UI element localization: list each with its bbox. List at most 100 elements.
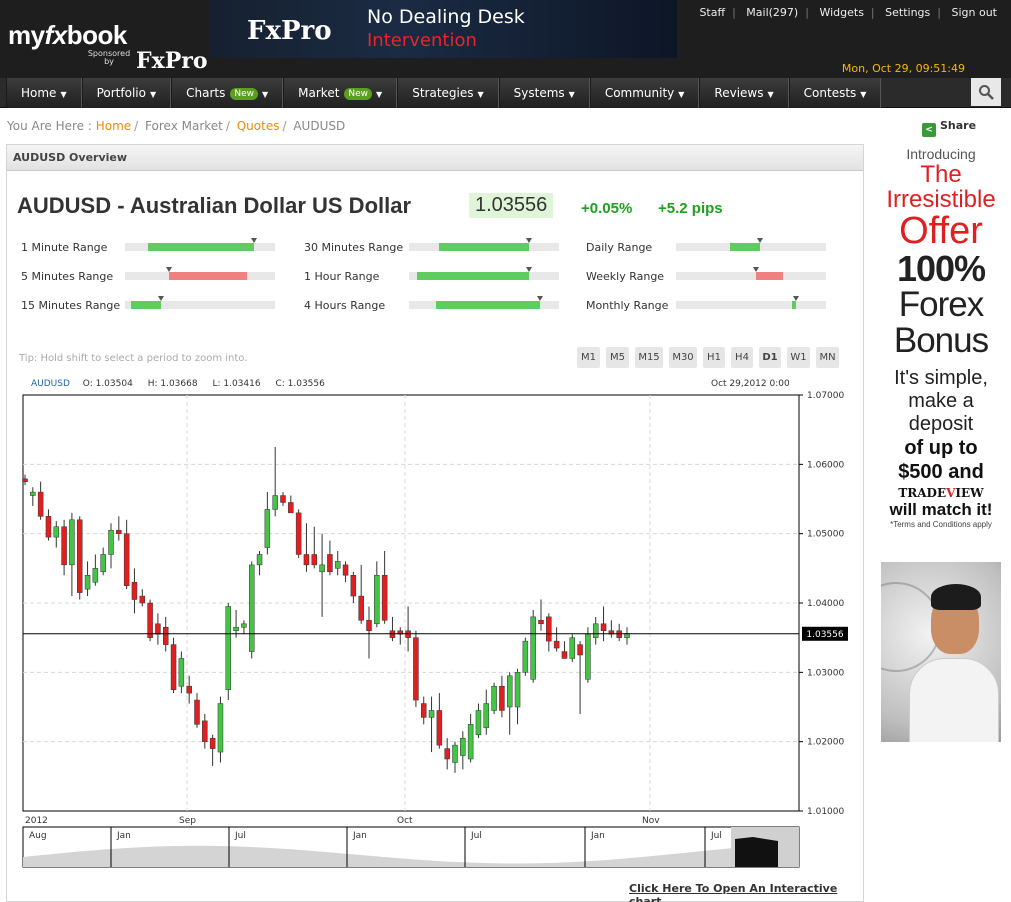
candle-body bbox=[522, 640, 529, 673]
ad-line: deposit bbox=[908, 413, 974, 435]
candle-body bbox=[61, 526, 67, 566]
range-marker-icon bbox=[536, 296, 543, 301]
candle-body bbox=[553, 640, 560, 649]
navigator-label: Jan bbox=[352, 831, 367, 841]
ad-line: Irresistible bbox=[886, 186, 996, 213]
search-button[interactable] bbox=[971, 78, 1001, 106]
main-nav: Home ▼ Portfolio ▼ Charts New ▼ Market New ▼ Strat… bbox=[0, 78, 1011, 108]
range-marker-icon bbox=[158, 296, 164, 301]
candle-body bbox=[342, 564, 349, 576]
ad-line: 100% bbox=[896, 248, 986, 289]
breadcrumb-home[interactable]: Home bbox=[96, 119, 131, 133]
range-fill bbox=[439, 243, 529, 251]
navigator-label: Jul bbox=[710, 831, 722, 841]
x-tick-label: Nov bbox=[642, 816, 660, 826]
navigator-label: Jul bbox=[470, 831, 482, 841]
zoom-tip: Tip: Hold shift to select a period to zo… bbox=[19, 353, 248, 364]
ad-line: Bonus bbox=[893, 321, 989, 360]
candle-body bbox=[280, 495, 286, 503]
last-price-label: 1.03556 bbox=[806, 630, 843, 640]
myfxbook-logo[interactable]: myfxbook bbox=[8, 20, 127, 51]
range-fill bbox=[436, 301, 540, 309]
change-percent: +0.05% bbox=[581, 200, 633, 217]
nav-item-charts[interactable]: Charts New ▼ bbox=[171, 78, 284, 108]
candle-body bbox=[139, 595, 146, 604]
breadcrumb-current: AUDUSD bbox=[293, 119, 346, 133]
timeframe-w1-button[interactable]: W1 bbox=[787, 347, 810, 368]
nav-item-systems[interactable]: Systems ▼ bbox=[498, 78, 590, 108]
candle-body bbox=[116, 529, 122, 534]
navigator-label: Jul bbox=[234, 831, 246, 841]
navigator-label: Jan bbox=[116, 831, 131, 841]
candle-body bbox=[475, 710, 482, 735]
candle-body bbox=[467, 724, 474, 760]
ad-person-hair bbox=[931, 584, 981, 610]
breadcrumb-quotes[interactable]: Quotes bbox=[237, 119, 280, 133]
navigator-selection bbox=[735, 837, 778, 867]
y-tick-label: 1.06000 bbox=[807, 460, 844, 470]
nav-item-contests[interactable]: Contests ▼ bbox=[788, 78, 882, 108]
timeframe-d1-button[interactable]: D1 bbox=[759, 347, 781, 368]
timeframe-h1-button[interactable]: H1 bbox=[703, 347, 725, 368]
candle-body bbox=[452, 744, 458, 763]
price-chart[interactable]: 1.07000 1.06000 1.05000 1.04000 1.03000 1.020… bbox=[7, 385, 863, 875]
instrument-title: AUDUSD - Australian Dollar US Dollar bbox=[17, 193, 412, 218]
candle-body bbox=[186, 685, 192, 694]
candle-body bbox=[100, 554, 106, 573]
share-icon: < bbox=[922, 123, 936, 137]
candle-body bbox=[491, 685, 497, 711]
candle-body bbox=[178, 658, 185, 687]
share-button[interactable]: < Share bbox=[922, 119, 976, 137]
candle-body bbox=[225, 606, 232, 690]
timeframe-h4-button[interactable]: H4 bbox=[731, 347, 753, 368]
candle-body bbox=[561, 651, 568, 659]
nav-item-home[interactable]: Home ▼ bbox=[6, 78, 82, 108]
range-fill bbox=[131, 301, 161, 309]
candle-body bbox=[350, 575, 357, 597]
sign-out-link[interactable]: Sign out bbox=[951, 6, 997, 19]
open-interactive-chart-link[interactable]: Click Here To Open An Interactive chart bbox=[629, 882, 863, 902]
candle-body bbox=[202, 720, 208, 742]
nav-item-reviews[interactable]: Reviews ▼ bbox=[699, 78, 789, 108]
range-fill bbox=[168, 272, 247, 280]
candle-body bbox=[241, 623, 247, 628]
timeframe-m15-button[interactable]: M15 bbox=[635, 347, 663, 368]
candle-body bbox=[209, 737, 216, 749]
candle-body bbox=[420, 703, 427, 718]
range-marker-icon bbox=[165, 267, 172, 272]
candle-body bbox=[147, 602, 153, 638]
header-banner-ad[interactable]: FxPro No Dealing Desk Intervention bbox=[209, 0, 677, 58]
chevron-down-icon: ▼ bbox=[149, 90, 157, 99]
timeframe-mn-button[interactable]: MN bbox=[816, 347, 839, 368]
candle-body bbox=[264, 509, 271, 548]
sponsor-logo[interactable]: FxPro bbox=[136, 48, 208, 74]
panel-title: AUDUSD Overview bbox=[7, 145, 863, 171]
candle-body bbox=[76, 519, 83, 593]
candle-body bbox=[327, 554, 333, 573]
breadcrumb: You Are Here : Home / Forex Market / Quote… bbox=[7, 119, 346, 133]
candle-body bbox=[45, 516, 52, 538]
nav-item-market[interactable]: Market New ▼ bbox=[283, 78, 398, 108]
candle-body bbox=[546, 616, 552, 642]
settings-link[interactable]: Settings bbox=[885, 6, 930, 19]
nav-item-portfolio[interactable]: Portfolio ▼ bbox=[81, 78, 172, 108]
timeframe-m5-button[interactable]: M5 bbox=[606, 347, 629, 368]
server-datetime: Mon, Oct 29, 09:51:49 bbox=[841, 62, 965, 75]
widgets-link[interactable]: Widgets bbox=[819, 6, 863, 19]
candle-body bbox=[428, 710, 435, 718]
timeframe-m30-button[interactable]: M30 bbox=[669, 347, 697, 368]
ad-brand: TRADEVIEW bbox=[898, 486, 984, 500]
candle-body bbox=[600, 623, 607, 631]
nav-item-community[interactable]: Community ▼ bbox=[589, 78, 700, 108]
mail-link[interactable]: Mail(297) bbox=[746, 6, 798, 19]
nav-item-strategies[interactable]: Strategies ▼ bbox=[397, 78, 499, 108]
candle-body bbox=[585, 633, 591, 680]
range-bar bbox=[676, 238, 826, 251]
staff-link[interactable]: Staff bbox=[699, 6, 725, 19]
ad-line: The bbox=[920, 161, 962, 188]
timeframe-m1-button[interactable]: M1 bbox=[577, 347, 600, 368]
side-banner-ad[interactable]: Introducing The Irresistible Offer 100% … bbox=[881, 142, 1001, 742]
candle-body bbox=[108, 529, 114, 555]
range-marker-icon bbox=[757, 238, 763, 243]
candle-body bbox=[131, 581, 138, 600]
